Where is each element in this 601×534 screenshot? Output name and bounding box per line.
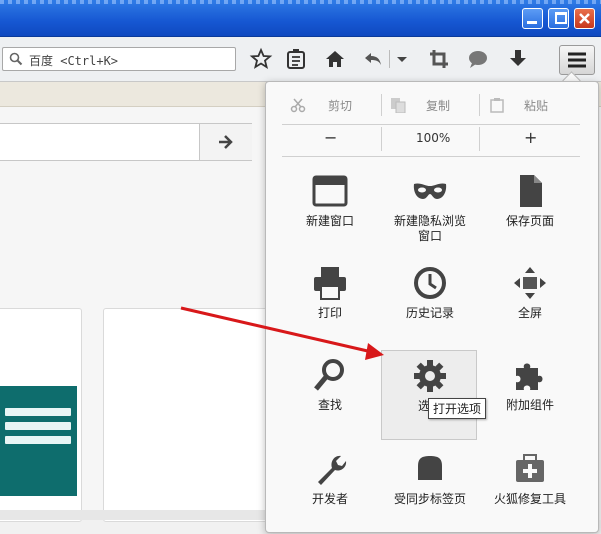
crop-icon[interactable]	[427, 47, 451, 71]
site-thumbnail	[0, 386, 77, 496]
clock-icon	[414, 267, 446, 299]
minimize-button[interactable]	[522, 8, 543, 29]
fullscreen-icon	[514, 267, 546, 299]
scissors-icon	[290, 98, 306, 113]
restore-icon	[555, 12, 567, 24]
menu-item-new-window[interactable]: 新建窗口	[282, 166, 378, 256]
printer-icon	[314, 267, 346, 300]
repair-kit-icon	[516, 454, 544, 482]
menu-item-label: 附加组件	[505, 398, 554, 412]
magnifier-icon	[314, 359, 344, 391]
search-go-button[interactable]	[199, 124, 252, 160]
thumb-field	[5, 422, 71, 430]
menu-item-developer[interactable]: 开发者	[282, 444, 378, 534]
maximize-button[interactable]	[548, 8, 569, 29]
toolbar-separator	[389, 50, 390, 68]
menu-item-label: 全屏	[517, 306, 542, 320]
search-input[interactable]: 百度 <Ctrl+K>	[2, 47, 236, 71]
bookmark-star-icon[interactable]	[249, 47, 273, 71]
search-placeholder: 百度 <Ctrl+K>	[29, 54, 119, 68]
wrench-icon	[318, 455, 347, 485]
divider	[381, 127, 382, 151]
home-icon[interactable]	[323, 47, 347, 71]
sync-tabs-icon	[418, 456, 442, 480]
menu-item-find[interactable]: 查找	[282, 350, 378, 440]
window-icon	[312, 175, 348, 207]
menu-item-history[interactable]: 历史记录	[382, 258, 478, 348]
main-menu-panel: 剪切 复制 粘贴 − 100% + 新建窗口 新建隐私浏览窗口 保存页面 打印 …	[265, 81, 599, 533]
divider	[381, 94, 382, 116]
hamburger-icon	[568, 52, 586, 68]
thumb-field	[5, 408, 71, 416]
menu-item-label: 火狐修复工具	[493, 492, 566, 506]
divider	[479, 94, 480, 116]
menu-item-private-window[interactable]: 新建隐私浏览窗口	[382, 166, 478, 256]
navigation-toolbar: 百度 <Ctrl+K>	[0, 37, 601, 82]
close-button[interactable]	[574, 8, 595, 29]
divider	[282, 124, 580, 125]
open-menu-button[interactable]	[559, 45, 595, 75]
arrow-right-icon	[219, 135, 233, 149]
edit-controls: 剪切 复制 粘贴	[282, 92, 582, 118]
page-icon	[520, 175, 542, 207]
gear-icon	[414, 360, 446, 392]
menu-item-label: 历史记录	[405, 306, 454, 320]
puzzle-icon	[516, 363, 543, 390]
copy-icon	[391, 98, 406, 113]
menu-item-addons[interactable]: 附加组件	[482, 350, 578, 440]
titlebar-strip	[0, 0, 601, 4]
private-mask-icon	[413, 183, 447, 199]
top-site-tile[interactable]	[103, 308, 275, 522]
menu-item-repair-tool[interactable]: 火狐修复工具	[482, 444, 578, 534]
menu-item-label: 开发者	[311, 492, 348, 506]
options-tooltip: 打开选项	[428, 398, 487, 419]
menu-item-print[interactable]: 打印	[282, 258, 378, 348]
copy-button[interactable]: 复制	[426, 97, 450, 114]
close-icon	[579, 13, 590, 24]
dropdown-arrow-icon[interactable]	[394, 47, 410, 71]
menu-item-label: 新建窗口	[305, 214, 354, 228]
zoom-out-button[interactable]: −	[324, 128, 337, 147]
divider	[282, 156, 580, 157]
paste-button[interactable]: 粘贴	[524, 97, 548, 114]
bookmarks-list-icon[interactable]	[284, 47, 308, 71]
menu-item-label: 受同步标签页	[393, 492, 466, 506]
window-titlebar	[0, 0, 601, 37]
thumb-field	[5, 436, 71, 444]
menu-item-label: 查找	[317, 398, 342, 412]
cut-button[interactable]: 剪切	[328, 97, 352, 114]
menu-item-label: 打印	[317, 306, 342, 320]
divider	[479, 127, 480, 151]
minimize-icon	[527, 21, 537, 24]
undo-icon[interactable]	[362, 47, 386, 71]
zoom-in-button[interactable]: +	[524, 128, 537, 147]
content-bottom-strip	[0, 510, 265, 520]
menu-item-label: 新建隐私浏览窗口	[393, 214, 466, 243]
menu-item-options[interactable]: 选项	[381, 350, 477, 440]
menu-item-label: 保存页面	[505, 214, 554, 228]
top-site-tile[interactable]	[0, 308, 82, 522]
menu-item-synced-tabs[interactable]: 受同步标签页	[382, 444, 478, 534]
paste-icon	[490, 98, 504, 113]
page-search-input[interactable]	[0, 123, 252, 161]
search-icon	[9, 52, 23, 66]
menu-item-fullscreen[interactable]: 全屏	[482, 258, 578, 348]
download-icon[interactable]	[506, 47, 530, 71]
menu-item-save-page[interactable]: 保存页面	[482, 166, 578, 256]
chat-bubble-icon[interactable]	[466, 47, 490, 71]
zoom-reset-button[interactable]: 100%	[416, 131, 450, 145]
